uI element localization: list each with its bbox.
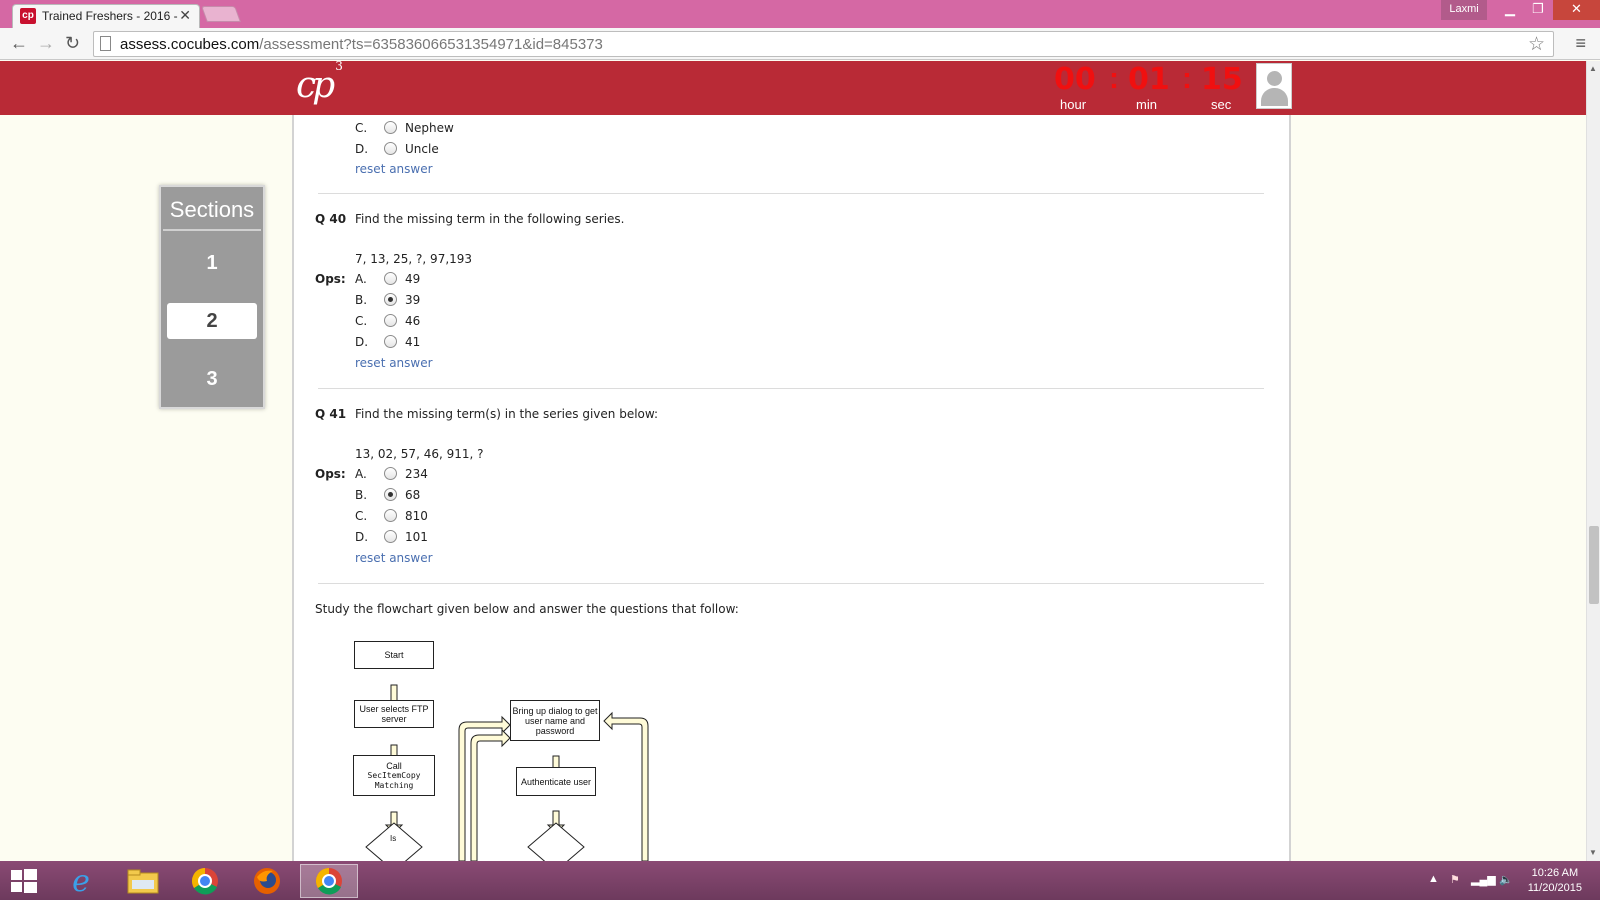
clock-date: 11/20/2015 bbox=[1527, 882, 1582, 894]
flowchart: Start User selects FTP server Call SecIt… bbox=[294, 115, 1289, 861]
restore-icon[interactable]: ❐ bbox=[1524, 0, 1552, 20]
scroll-up-arrow-icon[interactable]: ▲ bbox=[1589, 64, 1597, 73]
flowchart-user-selects-box: User selects FTP server bbox=[354, 700, 434, 728]
back-arrow-icon[interactable]: ← bbox=[10, 33, 28, 54]
browser-user-badge[interactable]: Laxmi bbox=[1441, 0, 1487, 20]
bookmark-star-icon[interactable]: ☆ bbox=[1528, 33, 1545, 56]
timer-hour-label: hour bbox=[1060, 97, 1087, 112]
section-item-1[interactable]: 1 bbox=[167, 245, 257, 281]
flowchart-call-label: Call bbox=[386, 760, 402, 771]
sections-title: Sections bbox=[169, 197, 255, 222]
timer-separator: : bbox=[1182, 62, 1192, 95]
windows-logo-icon bbox=[11, 869, 37, 893]
flowchart-connectors bbox=[365, 684, 649, 861]
flowchart-decision-label: Is bbox=[390, 834, 397, 843]
sections-divider bbox=[163, 229, 261, 231]
action-center-flag-icon[interactable]: ⚑ bbox=[1450, 873, 1460, 886]
file-explorer-icon[interactable] bbox=[114, 864, 172, 898]
volume-icon[interactable]: 🔈 bbox=[1499, 873, 1513, 886]
tray-expand-icon[interactable]: ▲ bbox=[1428, 873, 1439, 885]
flowchart-dialog-box: Bring up dialog to get user name and pas… bbox=[510, 700, 600, 741]
network-signal-icon[interactable]: ▂▄▆ bbox=[1471, 873, 1496, 886]
scroll-down-arrow-icon[interactable]: ▼ bbox=[1589, 848, 1597, 857]
question-panel: C. Nephew D. Uncle reset answer Q 40 Fin… bbox=[292, 115, 1291, 861]
tab-title: Trained Freshers - 2016 - bbox=[42, 9, 178, 23]
browser-tab-active[interactable]: cp Trained Freshers - 2016 - ✕ bbox=[12, 4, 200, 28]
timer-minutes: 01 bbox=[1128, 62, 1170, 97]
clock-time: 10:26 AM bbox=[1531, 867, 1579, 879]
minimize-icon[interactable]: ▁ bbox=[1496, 0, 1524, 20]
timer-hours: 00 bbox=[1054, 62, 1096, 97]
chrome-icon[interactable] bbox=[176, 864, 234, 898]
url-text[interactable]: assess.cocubes.com/assessment?ts=6358360… bbox=[120, 36, 603, 53]
flowchart-start-box: Start bbox=[354, 641, 434, 669]
windows-taskbar: e ▲ ⚑ ▂▄▆ 🔈 10:26 AM 11/20/2015 bbox=[0, 861, 1600, 900]
window-close-icon[interactable]: ✕ bbox=[1553, 0, 1600, 20]
flowchart-call-box: Call SecItemCopy Matching bbox=[353, 755, 435, 796]
page-scrollbar[interactable]: ▲ ▼ bbox=[1586, 61, 1600, 861]
page-icon bbox=[100, 36, 111, 51]
address-bar[interactable]: assess.cocubes.com/assessment?ts=6358360… bbox=[93, 31, 1554, 57]
system-clock[interactable]: 10:26 AM 11/20/2015 bbox=[1528, 866, 1582, 896]
cocubes-logo: cp 3 bbox=[296, 59, 343, 106]
windows-start-icon[interactable] bbox=[0, 864, 48, 898]
timer-sec-label: sec bbox=[1211, 97, 1232, 112]
avatar-head bbox=[1267, 71, 1282, 86]
chrome-active-icon[interactable] bbox=[300, 864, 358, 898]
browser-toolbar: ← → ↻ assess.cocubes.com/assessment?ts=6… bbox=[0, 28, 1600, 60]
app-header: cp 3 00 : 01 : 15 hour min sec bbox=[0, 59, 1586, 115]
timer-seconds: 15 bbox=[1201, 62, 1243, 97]
forward-arrow-icon[interactable]: → bbox=[37, 33, 55, 54]
scrollbar-thumb[interactable] bbox=[1589, 526, 1599, 604]
browser-titlebar: cp Trained Freshers - 2016 - ✕ Laxmi ▁ ❐… bbox=[0, 0, 1600, 28]
avatar-body bbox=[1261, 88, 1288, 106]
user-avatar[interactable] bbox=[1256, 63, 1292, 109]
firefox-icon[interactable] bbox=[238, 864, 296, 898]
cocubes-favicon-icon: cp bbox=[20, 8, 36, 24]
browser-menu-icon[interactable]: ≡ bbox=[1575, 33, 1586, 54]
flowchart-authenticate-box: Authenticate user bbox=[516, 767, 596, 796]
timer-min-label: min bbox=[1136, 97, 1157, 112]
tab-close-icon[interactable]: ✕ bbox=[179, 7, 191, 24]
section-item-3[interactable]: 3 bbox=[167, 361, 257, 397]
section-item-2[interactable]: 2 bbox=[167, 303, 257, 339]
flowchart-call-function: Matching bbox=[374, 780, 414, 790]
flowchart-call-function: SecItemCopy bbox=[367, 770, 421, 780]
reload-icon[interactable]: ↻ bbox=[65, 33, 80, 54]
new-tab-button[interactable] bbox=[201, 6, 241, 22]
timer-separator: : bbox=[1109, 62, 1119, 95]
sections-panel: Sections 1 2 3 bbox=[159, 185, 265, 409]
internet-explorer-icon[interactable]: e bbox=[52, 864, 110, 899]
